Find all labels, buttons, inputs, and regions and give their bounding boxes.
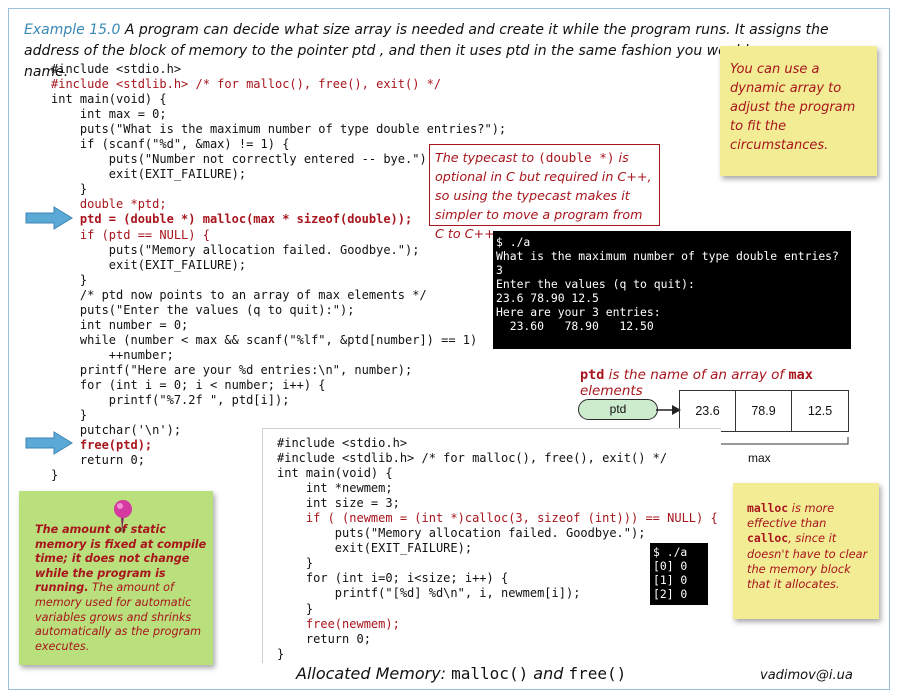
code-line: return 0; — [277, 631, 371, 646]
title-code: malloc() — [451, 664, 529, 683]
code-line: #include <stdlib.h> /* for malloc(), fre… — [51, 77, 442, 92]
code-line: return 0; — [51, 453, 145, 468]
code-line: printf("[%d] %d\n", i, newmem[i]); — [277, 586, 581, 601]
terminal-line: 23.60 78.90 12.50 — [496, 319, 654, 333]
terminal-line: 23.6 78.90 12.5 — [496, 291, 599, 305]
terminal-output-2: $ ./a [0] 0 [1] 0 [2] 0 — [650, 543, 708, 605]
code-line: exit(EXIT_FAILURE); — [51, 257, 247, 272]
author-email: vadimov@i.ua — [760, 668, 853, 683]
terminal-line: [2] 0 — [653, 587, 688, 601]
sticky-note-malloc: malloc is more effective than calloc, si… — [733, 483, 879, 619]
code-line: int main(void) { — [277, 466, 393, 481]
code-line: /* ptd now points to an array of max ele… — [51, 287, 427, 302]
code-line-highlight: ptd = (double *) malloc(max * sizeof(dou… — [51, 212, 413, 227]
code-line: if ( (newmem = (int *)calloc(3, sizeof (… — [277, 511, 718, 526]
title-code: free() — [568, 664, 627, 683]
code-line: puts("Memory allocation failed. Goodbye.… — [277, 526, 646, 541]
push-pin-icon — [114, 500, 132, 532]
array-cell: 12.5 — [807, 404, 833, 418]
code-listing-main: #include <stdio.h> #include <stdlib.h> /… — [51, 62, 506, 483]
code-line: exit(EXIT_FAILURE); — [277, 541, 473, 556]
note-text: The typecast to — [435, 150, 539, 165]
code-line: free(newmem); — [277, 616, 400, 631]
code-line: for (int i=0; i<size; i++) { — [277, 571, 509, 586]
code-line: } — [51, 408, 88, 423]
title-text: Allocated Memory: — [296, 664, 452, 683]
code-line: } — [51, 182, 88, 197]
array-cells: 23.6 78.9 12.5 — [679, 390, 849, 432]
code-line: int size = 3; — [277, 496, 400, 511]
code-line: #include <stdlib.h> /* for malloc(), fre… — [277, 451, 668, 466]
code-line: ++number; — [51, 347, 174, 362]
arrow-right-icon — [25, 206, 73, 230]
code-line: } — [51, 468, 59, 483]
sticky-code: malloc — [747, 501, 789, 515]
code-line: printf("Here are your %d entries:\n", nu… — [51, 362, 413, 377]
terminal-line: 3 — [496, 263, 503, 277]
code-line: puts("Number not correctly entered -- by… — [51, 152, 434, 167]
title-text: and — [528, 664, 569, 683]
title-text: elements — [580, 383, 643, 399]
terminal-output-1: $ ./a What is the maximum number of type… — [493, 231, 851, 349]
title-code: max — [788, 367, 813, 383]
code-line: puts("Memory allocation failed. Goodbye.… — [51, 242, 420, 257]
terminal-line: [1] 0 — [653, 573, 688, 587]
terminal-line: $ ./a — [496, 235, 531, 249]
code-line: puts("What is the maximum number of type… — [51, 122, 507, 137]
sticky-note-dynamic: You can use a dynamic array to adjust th… — [720, 46, 877, 176]
pointer-ptd: ptd — [578, 399, 658, 420]
terminal-line: Here are your 3 entries: — [496, 305, 661, 319]
code-line: printf("%7.2f ", ptd[i]); — [51, 393, 290, 408]
code-line: while (number < max && scanf("%lf", &ptd… — [51, 332, 478, 347]
array-cell: 78.9 — [736, 391, 792, 431]
code-line: int *newmem; — [277, 481, 393, 496]
typecast-note: The typecast to (double *) is optional i… — [429, 144, 660, 241]
sticky-text: You can use a dynamic array to adjust th… — [730, 62, 856, 153]
code-line: exit(EXIT_FAILURE); — [51, 167, 247, 182]
page-title: Allocated Memory: malloc() and free() — [296, 664, 626, 683]
terminal-line: $ ./a — [653, 545, 688, 559]
terminal-line: Enter the values (q to quit): — [496, 277, 695, 291]
code-line: } — [51, 272, 88, 287]
note-code: (double *) — [538, 150, 615, 165]
array-cell: 23.6 — [680, 391, 736, 431]
title-text: is the name of an array of — [604, 367, 789, 383]
code-line: #include <stdio.h> — [277, 436, 408, 450]
code-line: } — [277, 646, 285, 661]
code-line: int number = 0; — [51, 317, 189, 332]
terminal-line: What is the maximum number of type doubl… — [496, 249, 839, 263]
code-line: int max = 0; — [51, 107, 167, 122]
code-line: puts("Enter the values (q to quit):"); — [51, 302, 355, 317]
size-label: max — [748, 451, 771, 465]
sticky-code: calloc — [747, 531, 789, 546]
code-line: } — [277, 556, 314, 571]
example-label: Example 15.0 — [24, 22, 121, 38]
code-line: } — [277, 601, 314, 616]
code-line: for (int i = 0; i < number; i++) { — [51, 377, 326, 392]
code-line: #include <stdio.h> — [51, 62, 182, 76]
title-code: ptd — [580, 367, 605, 383]
arrow-right-icon — [25, 431, 73, 455]
code-line: if (scanf("%d", &max) != 1) { — [51, 137, 290, 152]
code-line: int main(void) { — [51, 92, 167, 107]
code-line: if (ptd == NULL) { — [51, 227, 210, 242]
terminal-line: [0] 0 — [653, 559, 688, 573]
